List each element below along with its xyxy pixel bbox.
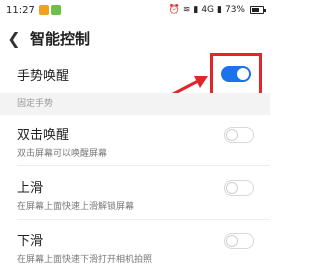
item-description: 在屏幕上面快速下滑打开相机拍照: [17, 255, 153, 265]
status-indicators: ⏰ ≋ ▮ 4G ▮ 73%: [168, 5, 266, 15]
page-title: 智能控制: [30, 29, 91, 48]
notification-app-icon: [38, 5, 49, 15]
alarm-icon: ⏰: [168, 5, 180, 15]
chevron-left-icon[interactable]: ❮: [0, 29, 28, 48]
section-header: 固定手势: [0, 93, 270, 115]
wifi-icon: ≋: [182, 5, 191, 15]
signal-icon: ▮: [217, 5, 222, 15]
battery-percent: 73%: [224, 5, 245, 15]
toggle-knob: [226, 129, 238, 141]
battery-icon: [250, 6, 266, 14]
notification-app-icon: [50, 5, 61, 15]
network-type: 4G: [201, 5, 215, 15]
divider: [17, 165, 270, 166]
signal-icon: ▮: [193, 5, 199, 15]
swipe-down-toggle[interactable]: [224, 233, 254, 249]
highlight-box: [210, 53, 262, 97]
header: ❮ 智能控制: [0, 22, 270, 54]
divider: [17, 219, 270, 220]
item-description: 双击屏幕可以唤醒屏幕: [17, 149, 108, 159]
toggle-knob: [226, 182, 238, 194]
status-time: 11:27: [6, 4, 35, 16]
status-bar: 11:27 ⏰ ≋ ▮ 4G ▮ 73%: [0, 0, 270, 20]
battery-level: [252, 8, 259, 12]
item-description: 在屏幕上面快速上滑解锁屏幕: [17, 202, 135, 212]
swipe-up-toggle[interactable]: [224, 180, 254, 196]
double-tap-wake-toggle[interactable]: [224, 127, 254, 143]
toggle-knob: [226, 235, 238, 247]
